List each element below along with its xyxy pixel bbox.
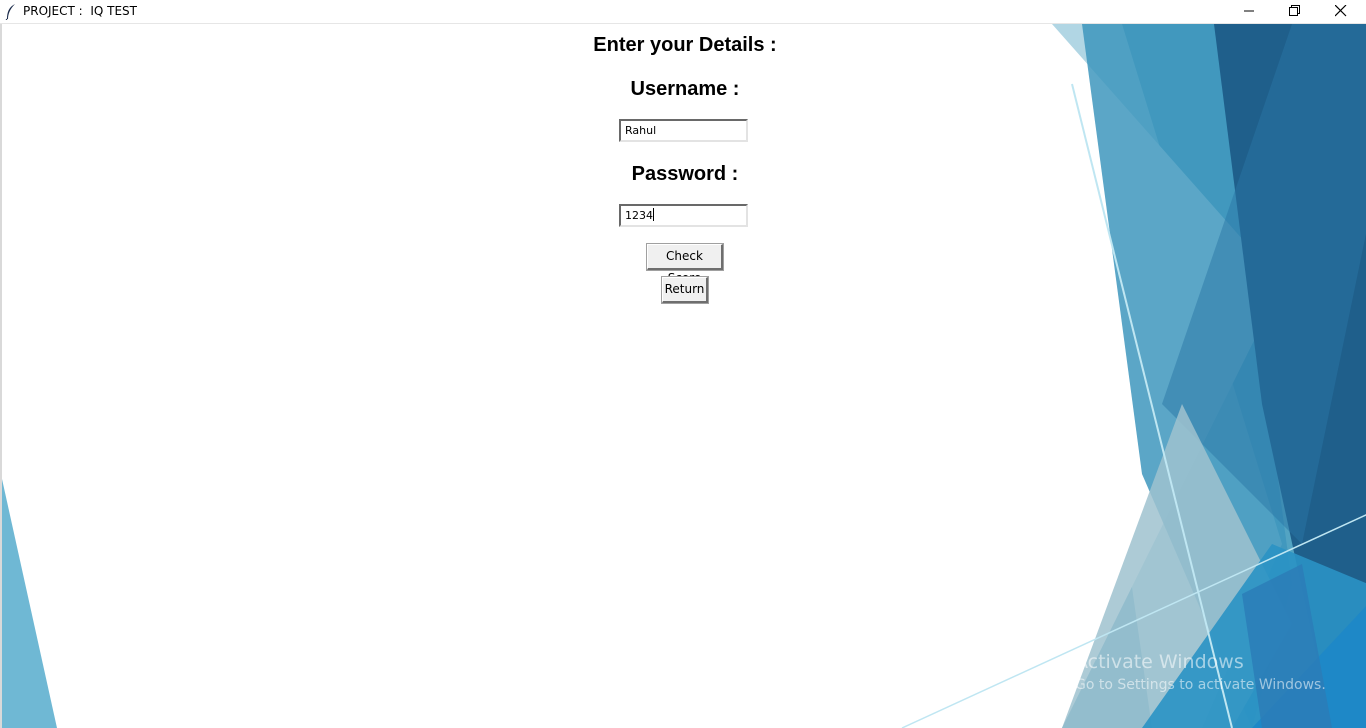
password-label: Password : — [631, 163, 739, 185]
window-title: PROJECT : IQ TEST — [23, 4, 137, 18]
client-area: Enter your Details : Username : Rahul Pa… — [0, 24, 1366, 728]
password-input[interactable]: 1234 — [619, 204, 748, 227]
username-input[interactable]: Rahul — [619, 119, 748, 142]
activation-watermark-subtitle: Go to Settings to activate Windows. — [1075, 677, 1326, 693]
username-label: Username : — [630, 78, 740, 100]
form-heading: Enter your Details : — [593, 34, 777, 56]
minimize-button[interactable] — [1227, 0, 1273, 22]
title-bar[interactable]: PROJECT : IQ TEST — [0, 0, 1366, 24]
text-caret — [653, 208, 654, 221]
feather-icon — [5, 4, 15, 20]
close-icon — [1335, 5, 1347, 17]
username-value: Rahul — [625, 124, 657, 137]
restore-icon — [1289, 5, 1300, 16]
restore-button[interactable] — [1272, 0, 1318, 22]
check-score-button[interactable]: Check Score — [646, 243, 724, 285]
activation-watermark-title: Activate Windows — [1075, 651, 1244, 673]
app-window: PROJECT : IQ TEST Enter your Details: U… — [0, 0, 1366, 728]
close-button[interactable] — [1318, 0, 1364, 22]
return-button[interactable]: Return — [661, 276, 709, 304]
password-value: 1234 — [625, 209, 653, 222]
minimize-icon — [1244, 10, 1254, 12]
